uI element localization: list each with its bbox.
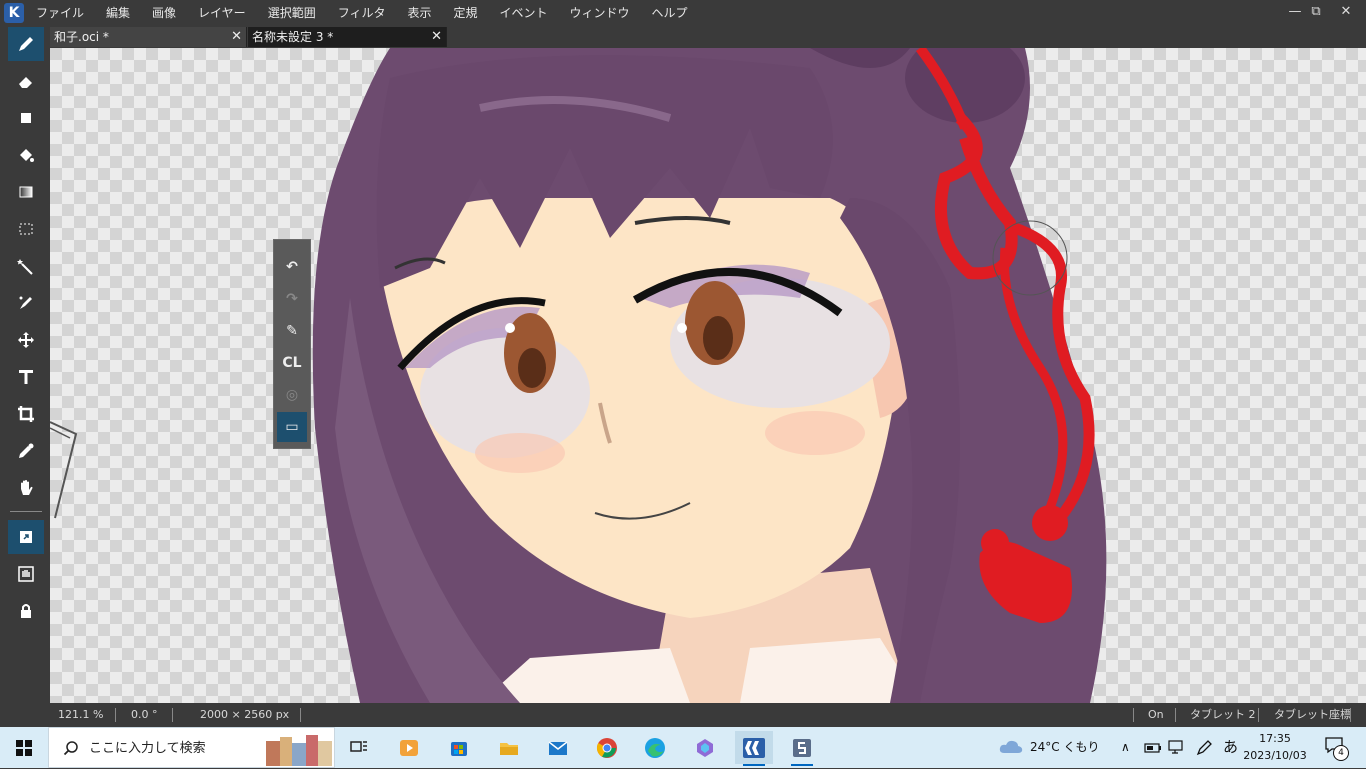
taskbar-clock[interactable]: 17:35 2023/10/03 <box>1240 730 1310 764</box>
lock-icon[interactable] <box>8 594 44 628</box>
canvas-size: 2000 × 2560 px <box>200 708 290 721</box>
menu-bar: K ファイル 編集 画像 レイヤー 選択範囲 フィルタ 表示 定規 イベント ウィンドウ ヘルプ —… <box>0 0 1366 26</box>
menu-item-4[interactable]: 選択範囲 <box>268 0 327 26</box>
window-toggle-button[interactable]: ▭ <box>277 412 307 442</box>
select-brush-icon[interactable] <box>8 286 44 320</box>
file-explorer-icon[interactable] <box>490 731 528 764</box>
status-divider <box>1258 708 1259 722</box>
status-divider <box>172 708 173 722</box>
copilot-icon[interactable] <box>686 731 724 764</box>
network-icon[interactable] <box>1168 739 1186 755</box>
tab-close-icon[interactable]: ✕ <box>231 27 242 47</box>
rectangle-icon[interactable] <box>8 101 44 135</box>
menu-item-5[interactable]: フィルタ <box>338 0 397 26</box>
toolbar-divider <box>10 511 42 512</box>
status-divider <box>1133 708 1134 722</box>
task-view-icon[interactable] <box>340 731 378 764</box>
restore-button[interactable]: ⧉ <box>1304 0 1328 26</box>
windows-logo-icon <box>16 739 32 756</box>
touch-icon[interactable] <box>8 557 44 591</box>
move-icon[interactable] <box>8 323 44 357</box>
hand-icon[interactable] <box>8 471 44 505</box>
menu-item-1[interactable]: 編集 <box>106 0 141 26</box>
magic-wand-icon[interactable] <box>8 249 44 283</box>
fill-icon[interactable] <box>8 138 44 172</box>
eraser-icon[interactable] <box>8 64 44 98</box>
tab-wako[interactable]: 和子.oci * ✕ <box>50 27 247 47</box>
eyedropper-icon[interactable] <box>8 434 44 468</box>
tablet-mode: タブレット 2 <box>1190 708 1256 721</box>
menu-item-7[interactable]: 定規 <box>453 0 488 26</box>
mail-icon[interactable] <box>539 731 577 764</box>
menu-item-9[interactable]: ウィンドウ <box>570 0 641 26</box>
app-logo-icon: K <box>4 3 24 23</box>
notification-count-badge: 4 <box>1333 745 1349 761</box>
notification-center[interactable]: 4 <box>1324 736 1349 761</box>
tab-label: 和子.oci * <box>54 30 109 44</box>
text-icon[interactable] <box>8 360 44 394</box>
chrome-icon[interactable] <box>588 731 626 764</box>
krita-icon[interactable] <box>735 731 773 766</box>
redo-button[interactable]: ↷ <box>277 284 307 314</box>
target-icon[interactable]: ◎ <box>277 380 307 410</box>
menu-item-8[interactable]: イベント <box>500 0 559 26</box>
pen-button[interactable]: ✎ <box>277 316 307 346</box>
clock-time: 17:35 <box>1259 732 1291 745</box>
tab-label: 名称未設定 3 * <box>252 30 334 44</box>
status-divider <box>1175 708 1176 722</box>
pen-menu-icon[interactable] <box>1195 738 1215 756</box>
close-window-button[interactable]: ✕ <box>1334 0 1358 26</box>
rect-select-icon[interactable] <box>8 212 44 246</box>
crop-icon[interactable] <box>8 397 44 431</box>
pen-pressure-state: On <box>1148 708 1164 721</box>
edge-icon[interactable] <box>636 731 674 764</box>
start-button[interactable] <box>0 727 48 768</box>
menu-item-3[interactable]: レイヤー <box>198 0 257 26</box>
floating-command-palette: ↶ ↷ ✎ CL ◎ ▭ <box>273 239 311 449</box>
menu-item-6[interactable]: 表示 <box>407 0 442 26</box>
clock-date: 2023/10/03 <box>1243 749 1307 762</box>
gradient-icon[interactable] <box>8 175 44 209</box>
microsoft-store-icon[interactable] <box>440 731 478 764</box>
brush-icon[interactable] <box>8 27 44 61</box>
search-icon <box>63 741 78 756</box>
taskbar-search-box[interactable]: ここに入力して検索 <box>48 727 335 768</box>
battery-icon[interactable] <box>1144 740 1162 756</box>
menu-item-2[interactable]: 画像 <box>152 0 187 26</box>
rotation-angle[interactable]: 0.0 ° <box>131 703 158 727</box>
status-divider <box>1350 708 1351 722</box>
search-placeholder: ここに入力して検索 <box>89 741 206 756</box>
status-divider <box>115 708 116 722</box>
tab-close-icon[interactable]: ✕ <box>431 27 442 47</box>
weather-text[interactable]: 24°C くもり <box>1030 727 1099 768</box>
menu-list: ファイル 編集 画像 レイヤー 選択範囲 フィルタ 表示 定規 イベント ウィンドウ ヘルプ <box>36 0 710 26</box>
ime-indicator[interactable]: あ <box>1223 727 1238 768</box>
clear-layer-button[interactable]: CL <box>277 348 307 378</box>
zoom-level[interactable]: 121.1 % <box>58 703 103 727</box>
cloud-icon <box>999 740 1023 753</box>
pen-mode-icon[interactable] <box>8 520 44 554</box>
undo-button[interactable]: ↶ <box>277 252 307 282</box>
status-divider <box>300 708 301 722</box>
chevron-up-icon[interactable]: ∧ <box>1121 727 1130 768</box>
paint-app-icon[interactable] <box>783 731 821 766</box>
menu-item-10[interactable]: ヘルプ <box>652 0 699 26</box>
menu-item-0[interactable]: ファイル <box>36 0 95 26</box>
illustration <box>50 48 1107 703</box>
drawing-canvas[interactable]: ↶ ↷ ✎ CL ◎ ▭ <box>50 48 1366 703</box>
tool-bar <box>0 26 50 703</box>
media-player-icon[interactable] <box>390 731 428 764</box>
status-bar: 121.1 % 0.0 ° 2000 × 2560 px On タブレット 2 … <box>0 703 1366 727</box>
windows-taskbar: ここに入力して検索 24°C くもり ∧ あ 17:35 2023/10/03 … <box>0 727 1366 768</box>
tab-untitled-3[interactable]: 名称未設定 3 * ✕ <box>248 27 447 47</box>
tablet-coordinates: タブレット座標 <box>1274 708 1351 721</box>
document-tab-bar: 和子.oci * ✕ 名称未設定 3 * ✕ <box>50 26 1366 48</box>
town-illustration-icon <box>266 735 332 766</box>
